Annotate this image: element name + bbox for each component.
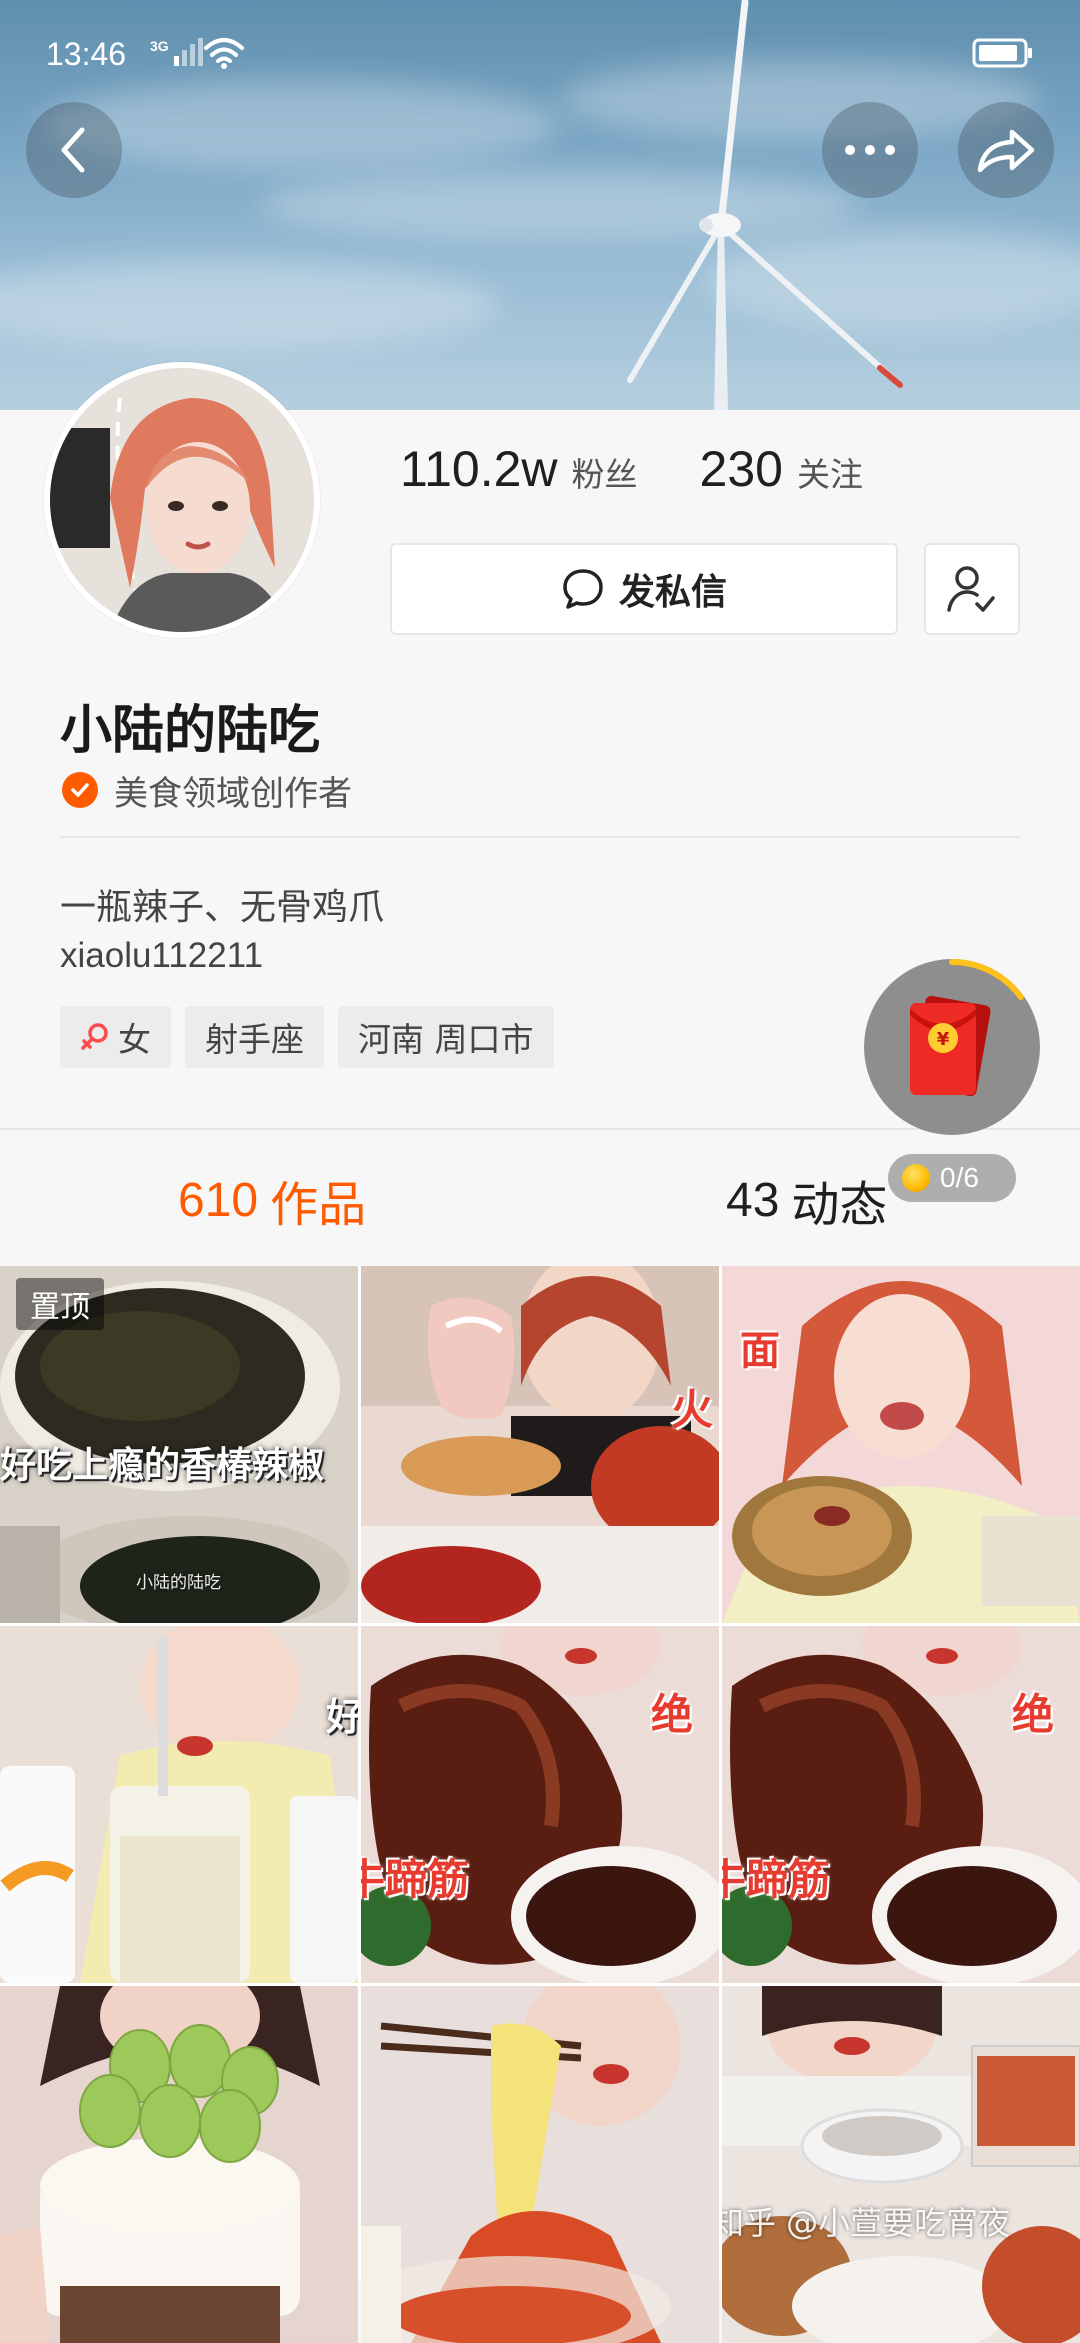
video-caption: 面 bbox=[740, 1328, 780, 1374]
video-cover-image bbox=[722, 1626, 1080, 1983]
tab-dynamics[interactable]: 43 动态 bbox=[726, 1160, 887, 1240]
avatar[interactable] bbox=[44, 362, 320, 638]
works-count: 610 bbox=[178, 1173, 259, 1227]
share-arrow-icon bbox=[977, 129, 1035, 173]
video-caption-secondary: 牛蹄筋 bbox=[361, 1855, 470, 1904]
fans-count[interactable]: 110.2w bbox=[400, 440, 558, 498]
gold-coin-icon bbox=[902, 1164, 930, 1192]
video-caption: 绝 bbox=[651, 1690, 694, 1739]
video-cover-image bbox=[722, 1986, 1080, 2343]
avatar-image bbox=[50, 368, 314, 632]
certification-row: 美食领域创作者 bbox=[62, 768, 352, 814]
video-thumbnail-7[interactable] bbox=[0, 1986, 358, 2343]
back-button[interactable] bbox=[26, 102, 122, 198]
network-type: 3G bbox=[150, 38, 169, 54]
fans-label[interactable]: 粉丝 bbox=[572, 448, 638, 496]
profile-name: 小陆的陆吃 bbox=[60, 701, 321, 761]
certification-label: 美食领域创作者 bbox=[114, 773, 352, 814]
battery-icon bbox=[972, 38, 1032, 68]
svg-text:¥: ¥ bbox=[937, 1029, 950, 1050]
divider bbox=[60, 836, 1020, 838]
video-cover-image bbox=[0, 1626, 358, 1983]
female-icon bbox=[81, 1023, 108, 1050]
video-cover-image bbox=[361, 1266, 719, 1623]
video-caption: 好吃上瘾的香椿辣椒 bbox=[0, 1445, 325, 1486]
coin-progress-text: 0/6 bbox=[940, 1162, 979, 1193]
video-caption: 绝 bbox=[1012, 1690, 1055, 1739]
verified-check-icon bbox=[62, 772, 98, 808]
tag-zodiac: 射手座 bbox=[185, 1006, 324, 1068]
user-id: xiaolu112211 bbox=[60, 936, 264, 975]
video-cover-image bbox=[361, 1626, 719, 1983]
video-thumbnail-1[interactable]: 置顶 好吃上瘾的香椿辣椒 小陆的陆吃 bbox=[0, 1266, 358, 1623]
more-dots-icon bbox=[845, 145, 895, 155]
video-cover-image bbox=[0, 1986, 358, 2343]
tag-list: 女 射手座 河南 周口市 bbox=[60, 1006, 568, 1068]
tag-gender: 女 bbox=[60, 1006, 171, 1068]
user-check-icon bbox=[947, 566, 995, 612]
works-label: 作品 bbox=[270, 1177, 367, 1233]
zhihu-watermark: 知乎 @小萱要吃宵夜 bbox=[722, 2204, 1011, 2242]
video-caption: 火 bbox=[671, 1385, 714, 1434]
video-caption-secondary: 牛蹄筋 bbox=[722, 1855, 831, 1904]
video-thumbnail-4[interactable]: 好 bbox=[0, 1626, 358, 1983]
video-thumbnail-3[interactable]: 面 bbox=[722, 1266, 1080, 1623]
more-options-button[interactable] bbox=[822, 102, 918, 198]
video-caption: 好 bbox=[326, 1695, 358, 1739]
followed-toggle-button[interactable] bbox=[924, 543, 1020, 635]
bio-text: 一瓶辣子、无骨鸡爪 bbox=[60, 887, 385, 928]
video-thumbnail-6[interactable]: 绝 牛蹄筋 bbox=[722, 1626, 1080, 1983]
tag-label: 射手座 bbox=[205, 1020, 304, 1059]
video-thumbnail-9[interactable]: 知乎 @小萱要吃宵夜 bbox=[722, 1986, 1080, 2343]
following-count[interactable]: 230 bbox=[700, 440, 783, 498]
video-thumbnail-5[interactable]: 绝 牛蹄筋 bbox=[361, 1626, 719, 1983]
video-thumbnail-8[interactable] bbox=[361, 1986, 719, 2343]
tag-label: 河南 周口市 bbox=[358, 1020, 534, 1059]
following-label[interactable]: 关注 bbox=[797, 448, 863, 496]
signal-icon bbox=[174, 38, 203, 66]
send-message-label: 发私信 bbox=[618, 572, 727, 613]
video-overlay-text: 小陆的陆吃 bbox=[136, 1573, 221, 1593]
pinned-badge: 置顶 bbox=[16, 1278, 104, 1330]
dynamics-count: 43 bbox=[726, 1173, 780, 1227]
status-bar: 13:46 3G bbox=[0, 0, 1080, 100]
back-arrow-icon bbox=[61, 127, 85, 173]
status-time: 13:46 bbox=[46, 36, 127, 72]
red-packet-reward-button[interactable]: ¥ bbox=[860, 955, 1044, 1139]
coin-progress-pill[interactable]: 0/6 bbox=[888, 1154, 1016, 1202]
video-grid: 置顶 好吃上瘾的香椿辣椒 小陆的陆吃 火 面 好 绝 牛蹄筋 绝 牛蹄筋 知乎 … bbox=[0, 1266, 1080, 2343]
video-cover-image bbox=[361, 1986, 719, 2343]
tag-location: 河南 周口市 bbox=[338, 1006, 554, 1068]
send-message-button[interactable]: 发私信 bbox=[390, 543, 898, 635]
share-button[interactable] bbox=[958, 102, 1054, 198]
tag-label: 女 bbox=[118, 1020, 151, 1059]
wifi-icon bbox=[204, 38, 244, 69]
tab-works[interactable]: 610 作品 bbox=[178, 1160, 366, 1240]
video-thumbnail-2[interactable]: 火 bbox=[361, 1266, 719, 1623]
dynamics-label: 动态 bbox=[791, 1177, 888, 1233]
stats-row: 110.2w 粉丝 230 关注 bbox=[400, 440, 863, 510]
chat-bubble-icon bbox=[563, 569, 603, 609]
